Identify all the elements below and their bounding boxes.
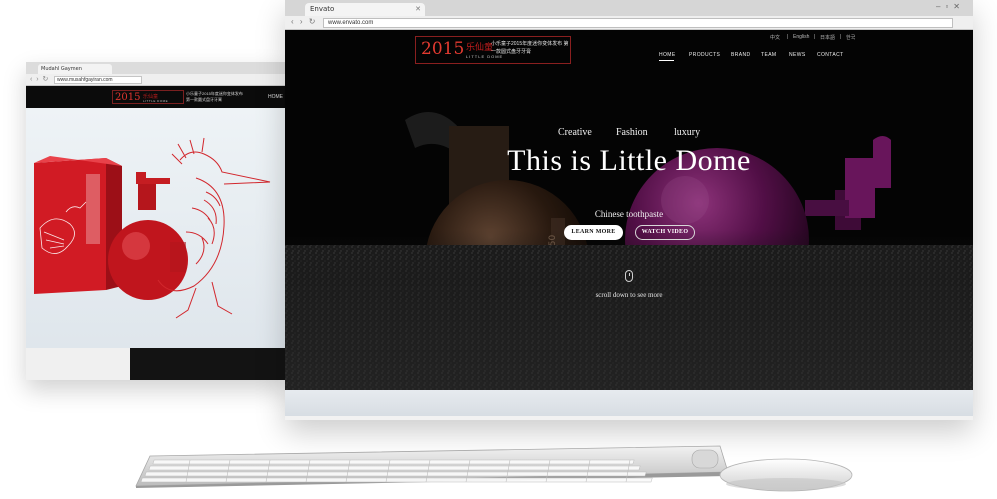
nav-contact[interactable]: CONTACT: [817, 52, 844, 58]
hero-title: This is Little Dome: [507, 144, 751, 177]
front-nav-arrows-icon[interactable]: ‹ › ↻: [291, 17, 317, 26]
back-dark-section: [130, 348, 288, 380]
lang-english[interactable]: English: [793, 34, 809, 40]
nav-products[interactable]: PRODUCTS: [689, 52, 720, 58]
back-tab[interactable]: Mudahl Gaymen: [38, 64, 112, 74]
product-bird-illustration: [34, 137, 271, 319]
lang-chinese[interactable]: 中文: [770, 34, 780, 41]
nav-team[interactable]: TEAM: [761, 52, 777, 58]
front-tab[interactable]: Envato ✕: [305, 3, 425, 16]
back-tab-bar: Mudahl Gaymen: [26, 62, 288, 74]
hero-word-fashion: Fashion: [616, 127, 648, 138]
window-controls-icon[interactable]: –▫✕: [936, 2, 965, 11]
back-address-row: ‹ › ↻ www.musahfgayiran.com: [26, 74, 288, 86]
lang-japanese[interactable]: 日本語: [820, 34, 835, 41]
front-address-row: ‹ › ↻ www.envato.com: [285, 16, 973, 30]
front-address-bar[interactable]: www.envato.com: [323, 18, 953, 28]
lang-separator: |: [814, 34, 816, 40]
back-url: www.musahfgayiran.com: [57, 77, 113, 83]
keyboard-illustration: [135, 445, 729, 488]
front-url: www.envato.com: [328, 20, 374, 26]
back-tab-title: Mudahl Gaymen: [41, 66, 82, 72]
lang-korean[interactable]: 한국: [846, 34, 855, 41]
back-logo-year: 2015: [115, 92, 141, 103]
front-site-viewport: 150 2015 乐仙童 LITTLE DOME 小乐童子2015年度迷你变体发…: [285, 30, 973, 390]
front-tab-title: Envato: [310, 5, 335, 13]
back-logo-sub: LITTLE DOME: [143, 99, 169, 103]
back-address-bar[interactable]: www.musahfgayiran.com: [54, 76, 142, 84]
back-hero-image: [26, 108, 288, 348]
back-tagline: 小乐童子2015年度迷你变体发布 第一款圆式盘牙牙膏: [186, 91, 243, 102]
lang-separator: |: [840, 34, 842, 40]
hero-subtitle: Chinese toothpaste: [594, 209, 664, 219]
front-browser-window: Envato ✕ –▫✕ ‹ › ↻ www.envato.com 2015 乐…: [285, 0, 973, 420]
nav-news[interactable]: NEWS: [789, 52, 806, 58]
back-nav-arrows-icon[interactable]: ‹ › ↻: [30, 75, 49, 83]
watch-video-button[interactable]: WATCH VIDEO: [635, 225, 695, 240]
learn-more-button[interactable]: LEARN MORE: [564, 225, 623, 240]
hero-word-luxury: luxury: [674, 127, 701, 138]
tab-close-icon[interactable]: ✕: [415, 3, 421, 16]
mouse-illustration: [719, 458, 853, 492]
front-tagline: 小乐童子2015年度迷你变体发布 第一款圆式盘牙牙膏: [491, 41, 569, 55]
scroll-down-text[interactable]: scroll down to see more: [285, 291, 973, 299]
back-site-header: 2015 乐仙童 LITTLE DOME 小乐童子2015年度迷你变体发布 第一…: [26, 86, 288, 108]
mockup-stage: Mudahl Gaymen ‹ › ↻ www.musahfgayiran.co…: [0, 0, 997, 499]
nav-home[interactable]: HOME: [659, 52, 676, 58]
nav-active-underline: [659, 60, 674, 61]
front-tab-bar: Envato ✕ –▫✕: [285, 0, 973, 16]
hero-word-creative: Creative: [558, 127, 592, 138]
back-browser-window: Mudahl Gaymen ‹ › ↻ www.musahfgayiran.co…: [26, 62, 288, 380]
nav-brand[interactable]: BRAND: [731, 52, 751, 58]
front-logo-year: 2015: [421, 39, 465, 59]
lang-separator: |: [787, 34, 789, 40]
back-logo[interactable]: 2015 乐仙童 LITTLE DOME: [112, 90, 184, 104]
front-logo-text: 乐仙童: [466, 42, 494, 52]
mouse-scroll-icon[interactable]: [625, 270, 633, 282]
front-footer-strip: [285, 390, 973, 416]
back-nav-home[interactable]: HOME: [268, 94, 283, 100]
